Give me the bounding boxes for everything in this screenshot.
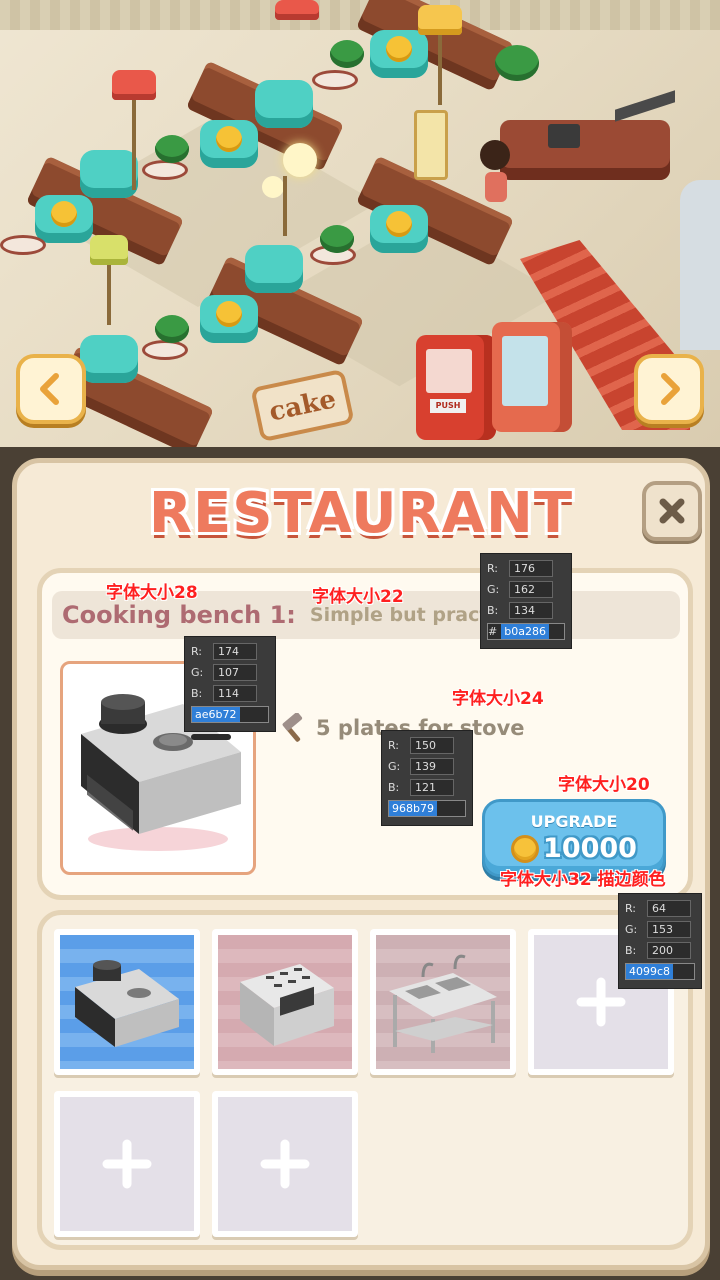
slot-sink[interactable] [370,929,516,1075]
floor-lamp [275,0,319,20]
armchair[interactable] [370,205,428,253]
armchair[interactable] [80,335,138,383]
armchair[interactable] [200,120,258,168]
note-font-32: 字体大小32 描边颜色 [500,870,666,890]
note-font-20: 字体大小20 [558,775,650,795]
oven-icon [240,964,334,1046]
round-table[interactable] [142,160,188,180]
next-floor-button[interactable] [634,354,704,424]
hammer-icon [282,713,303,742]
note-font-28: 字体大小28 [106,583,198,603]
panel-title: RESTAURANT [148,481,574,546]
display-cabinet [414,110,448,180]
plant-decoration [330,40,364,68]
cake-sign-text: cake [266,383,339,428]
plant-decoration [495,45,539,81]
price-row: 10000 [511,833,637,864]
chevron-right-icon [661,373,680,405]
slot-oven-bg [218,935,352,1069]
round-table[interactable] [312,70,358,90]
vending-push-label: PUSH [430,399,466,413]
upgrade-label: UPGRADE [530,812,618,831]
plant-decoration [320,225,354,253]
close-button[interactable] [642,481,702,541]
round-table[interactable] [0,235,46,255]
globe-lamp [262,176,284,198]
globe-lamp [283,143,317,177]
plus-icon [260,1139,310,1189]
game-screen: PUSH cake RESTAURANT Cooking bench 1: Si… [0,0,720,1280]
vending-machine-orange[interactable] [492,322,572,432]
cake-sign: cake [250,368,355,443]
bench-info-card: Cooking bench 1: Simple but practical 5 … [37,568,693,900]
floor-lamp [418,5,462,35]
wall-shelf [615,90,675,122]
color-picker-stroke: R: 64 G: 153 B: 200 4099c8 [618,893,702,989]
plant-decoration [155,135,189,163]
stove-icon [75,960,179,1047]
note-font-22: 字体大小22 [312,587,404,607]
armchair[interactable] [200,295,258,343]
round-table[interactable] [142,340,188,360]
coin-icon [511,834,540,863]
slot-add[interactable] [54,1091,200,1237]
reception-counter[interactable] [500,120,670,180]
armchair[interactable] [245,245,303,293]
character-waiter[interactable] [480,140,512,204]
vending-machine-red[interactable]: PUSH [416,335,496,440]
prev-floor-button[interactable] [16,354,86,424]
slot-stove-bg [60,935,194,1069]
floor-lamp [90,235,128,265]
lamp-pole [132,100,136,190]
color-picker-name: R: 174 G: 107 B: 114 ae6b72 [184,636,276,732]
slot-add-bg [60,1097,194,1231]
armchair[interactable] [370,30,428,78]
register [548,124,580,148]
equipment-grid [37,910,693,1250]
slot-add-bg [218,1097,352,1231]
slot-stove[interactable] [54,929,200,1075]
armchair[interactable] [255,80,313,128]
lamp-pole [107,265,111,325]
plus-icon [102,1139,152,1189]
upgrade-price: 10000 [543,833,637,864]
lamp-pole [438,35,442,105]
floor-lamp [112,70,156,100]
armchair[interactable] [80,150,138,198]
bench-name: Cooking bench 1: [62,601,296,629]
sink-icon [389,954,497,1053]
plant-decoration [155,315,189,343]
restaurant-scene[interactable]: PUSH cake [0,0,720,447]
statue [680,180,720,350]
slot-oven[interactable] [212,929,358,1075]
color-picker-perk: R: 150 G: 139 B: 121 968b79 [381,730,473,826]
color-picker-desc: R: 176 G: 162 B: 134 # b0a286 [480,553,572,649]
lamp-pole [283,176,287,236]
close-icon [659,498,685,524]
slot-add[interactable] [212,1091,358,1237]
chevron-left-icon [40,373,59,405]
slot-sink-bg [376,935,510,1069]
note-font-24: 字体大小24 [452,689,544,709]
armchair[interactable] [35,195,93,243]
